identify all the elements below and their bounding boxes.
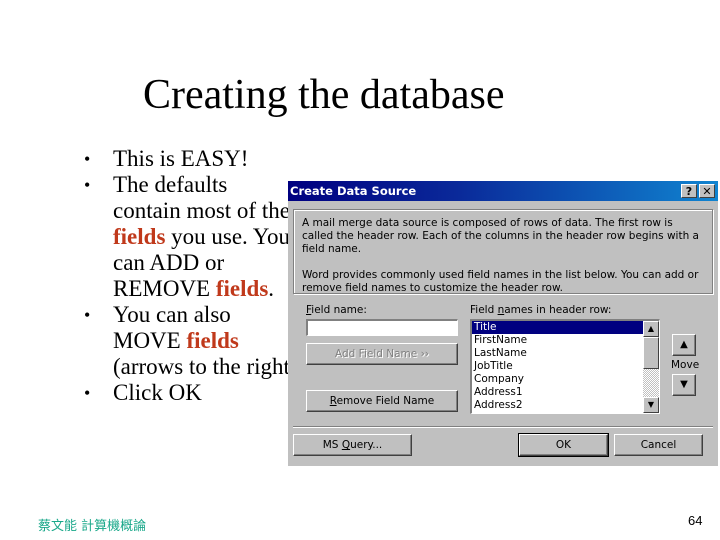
scroll-down-button[interactable]: ▼ [643,397,659,413]
bullet-text-part: Click OK [113,380,202,405]
scroll-thumb[interactable] [643,337,659,369]
info-group-box: A mail merge data source is composed of … [293,209,713,294]
help-button[interactable]: ? [681,184,697,198]
info-paragraph-1: A mail merge data source is composed of … [302,217,699,255]
field-name-input[interactable] [306,319,458,336]
ok-button[interactable]: OK [518,433,609,457]
bullet-text: You can also MOVE fields (arrows to the … [113,302,298,379]
bullet-dot-icon: • [84,149,91,169]
label-text: Field [470,304,498,316]
list-item[interactable]: Address1 [472,386,643,399]
arrow-down-icon: ▼ [680,379,688,390]
bullet-item: • Click OK [84,380,299,406]
bullet-text-part: (arrows to the right) [113,354,298,379]
bullet-text: The defaults contain most of the fields … [113,172,290,301]
field-name-label: Field name: [306,304,367,316]
list-item[interactable]: JobTitle [472,360,643,373]
dialog-titlebar[interactable]: Create Data Source ? ✕ [288,181,718,201]
bullet-text: Click OK [113,380,202,405]
header-fields-listbox[interactable]: Title FirstName LastName JobTitle Company Add… [470,319,660,414]
bullet-item: • You can also MOVE fields (arrows to th… [84,302,299,380]
list-items: Title FirstName LastName JobTitle Company Add… [472,321,643,412]
mnemonic: Q [341,439,351,451]
button-text: emove Field Name [336,395,435,407]
move-up-button[interactable]: ▲ [672,334,696,356]
button-text: uery... [350,439,383,451]
button-text: MS [322,439,342,451]
arrow-up-icon: ▲ [680,339,688,350]
list-item[interactable]: LastName [472,347,643,360]
create-data-source-dialog: Create Data Source ? ✕ A mail merge data… [288,181,718,466]
ms-query-button[interactable]: MS Query... [293,434,412,456]
highlighted-term: fields [215,276,269,301]
close-icon: ✕ [702,185,712,198]
mnemonic: R [329,395,337,407]
highlighted-term: fields [113,224,166,249]
bullet-text: This is EASY! [113,146,248,171]
list-item[interactable]: Company [472,373,643,386]
footer-author: 蔡文能 計算機概論 [38,519,147,534]
bullet-dot-icon: • [84,175,91,195]
separator [293,426,713,428]
listbox-scrollbar[interactable]: ▲ ▼ [643,321,659,413]
bullet-item: • This is EASY! [84,146,299,172]
scroll-up-button[interactable]: ▲ [643,321,659,337]
move-down-button[interactable]: ▼ [672,374,696,396]
info-paragraph-2: Word provides commonly used field names … [302,269,699,294]
slide-title: Creating the database [143,72,505,118]
list-item[interactable]: Address2 [472,399,643,412]
highlighted-term: fields [186,328,239,353]
bullet-text-part: The defaults contain most of the [113,172,290,223]
add-field-name-button[interactable]: Add Field Name ›› [306,343,458,365]
scroll-up-arrow-icon: ▲ [647,324,655,333]
bullet-text-part: This is EASY! [113,146,249,171]
bullet-text-part: . [268,276,275,301]
remove-field-name-button[interactable]: Remove Field Name [306,390,458,412]
page-number: 64 [688,513,703,528]
move-label: Move [671,359,700,371]
question-mark-icon: ? [685,185,693,198]
list-item[interactable]: FirstName [472,334,643,347]
bullet-list: • This is EASY! • The defaults contain m… [84,146,299,406]
bullet-item: • The defaults contain most of the field… [84,172,299,302]
dialog-title: Create Data Source [290,184,417,198]
cancel-button[interactable]: Cancel [614,434,703,456]
header-fields-label: Field names in header row: [470,304,611,316]
close-button[interactable]: ✕ [699,184,715,198]
label-text: ield name: [311,304,367,316]
bullet-dot-icon: • [84,305,91,325]
scroll-down-arrow-icon: ▼ [647,400,655,409]
label-text: ames in header row: [504,304,612,316]
bullet-dot-icon: • [84,383,91,403]
list-item[interactable]: Title [472,321,643,334]
